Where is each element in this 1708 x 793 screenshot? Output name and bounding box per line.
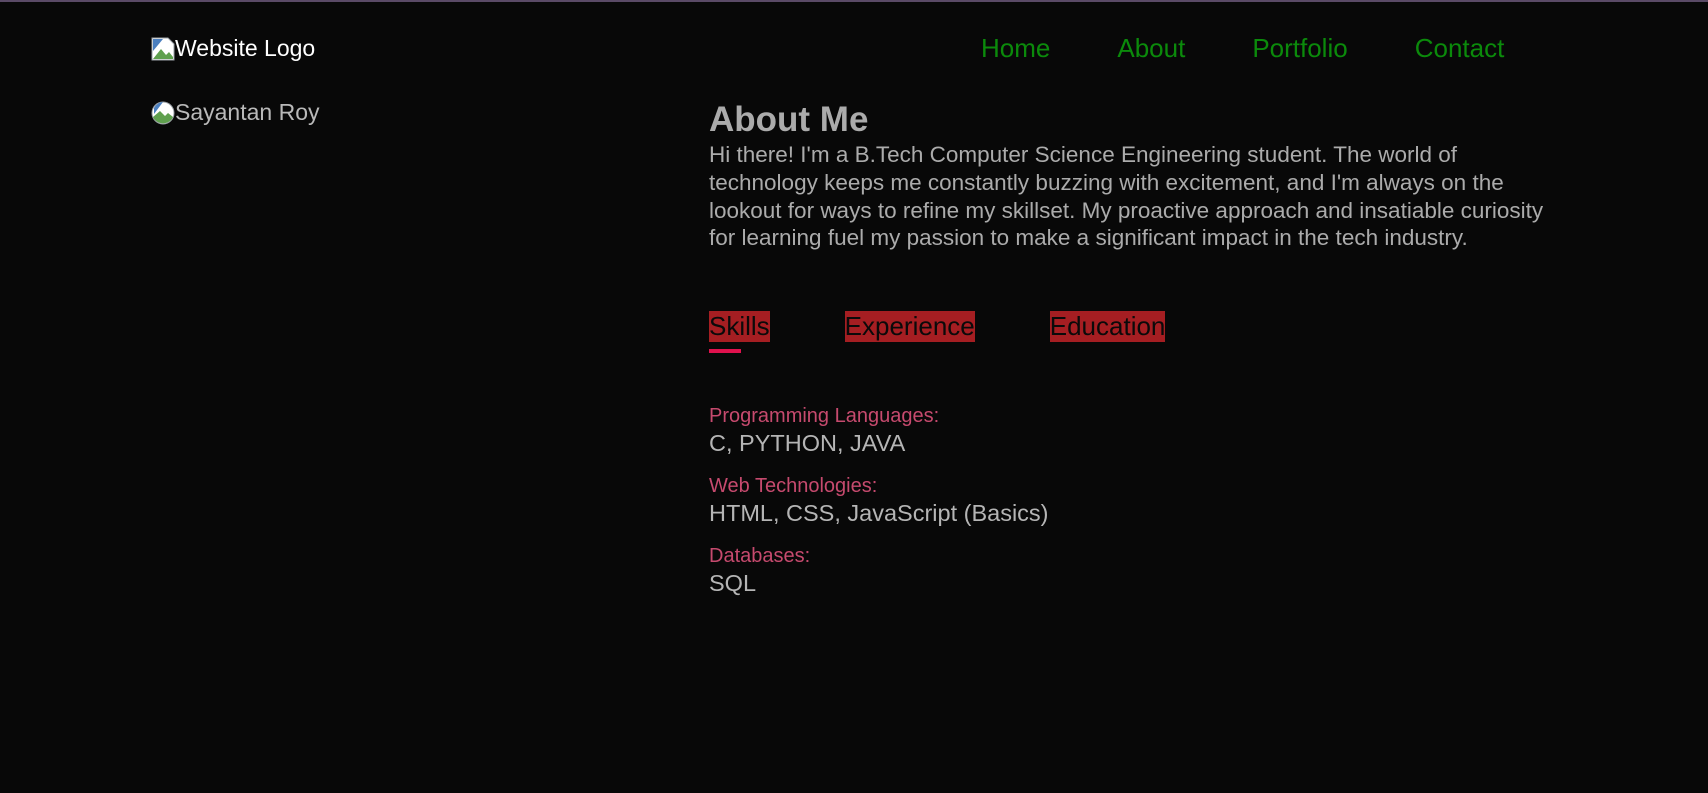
about-section: About Me Hi there! I'm a B.Tech Computer… [709, 99, 1559, 252]
profile-image: Sayantan Roy [151, 99, 319, 126]
nav-link-about[interactable]: About [1117, 32, 1185, 64]
skill-value: C, PYTHON, JAVA [709, 430, 906, 456]
list-item: Programming Languages: C, PYTHON, JAVA [709, 404, 1049, 458]
list-item: Web Technologies: HTML, CSS, JavaScript … [709, 474, 1049, 528]
top-border [0, 0, 1708, 2]
skills-list: Programming Languages: C, PYTHON, JAVA W… [709, 404, 1049, 614]
tab-skills[interactable]: Skills [709, 311, 770, 342]
tab-experience[interactable]: Experience [844, 311, 975, 342]
website-logo-alt-text: Website Logo [175, 35, 316, 61]
skill-category: Databases: [709, 545, 811, 567]
about-title: About Me [709, 100, 869, 139]
main-nav: Home About Portfolio Contact [981, 32, 1504, 64]
nav-link-home[interactable]: Home [981, 32, 1050, 64]
website-logo[interactable]: Website Logo [151, 35, 315, 62]
nav-link-contact[interactable]: Contact [1415, 32, 1505, 64]
tab-education[interactable]: Education [1049, 311, 1166, 342]
skill-value: HTML, CSS, JavaScript (Basics) [709, 500, 1049, 526]
skill-category: Programming Languages: [709, 405, 940, 427]
list-item: Databases: SQL [709, 544, 1049, 598]
profile-image-alt-text: Sayantan Roy [175, 99, 320, 125]
active-tab-underline [709, 349, 741, 353]
broken-image-icon [151, 37, 175, 61]
skill-category: Web Technologies: [709, 475, 878, 497]
skill-value: SQL [709, 570, 757, 596]
nav-link-portfolio[interactable]: Portfolio [1252, 32, 1347, 64]
about-description: Hi there! I'm a B.Tech Computer Science … [709, 142, 1544, 251]
broken-image-icon [151, 101, 175, 125]
tab-bar: Skills Experience Education [709, 311, 1166, 342]
page: Website Logo Home About Portfolio Contac… [0, 0, 1708, 793]
